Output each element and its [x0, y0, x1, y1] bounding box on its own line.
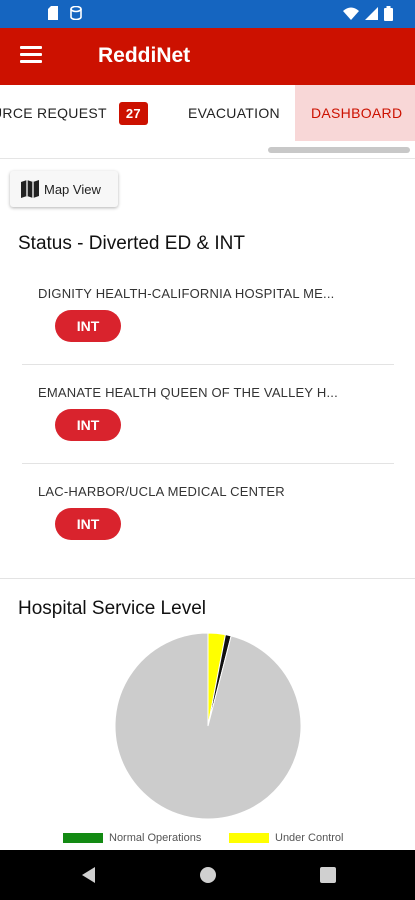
legend-label: Normal Operations: [109, 832, 202, 844]
section-title-service-level: Hospital Service Level: [18, 598, 206, 619]
hospital-name: LAC-HARBOR/UCLA MEDICAL CENTER: [38, 484, 285, 499]
tab-scroll-indicator[interactable]: [268, 147, 410, 153]
chart-legend: Normal Operations Under Control: [0, 829, 415, 847]
database-icon: [70, 6, 82, 20]
map-view-label: Map View: [44, 181, 101, 197]
system-status-bar: [0, 0, 415, 28]
tab-bar: URCE REQUEST 27 EVACUATION DASHBOARD: [0, 85, 415, 141]
legend-item: Under Control: [229, 832, 343, 844]
map-icon: [21, 180, 39, 198]
divider: [22, 364, 394, 365]
legend-item: Normal Operations: [63, 832, 201, 844]
tab-label: URCE REQUEST: [0, 105, 107, 121]
section-title-diverted: Status - Diverted ED & INT: [18, 233, 246, 254]
section-divider: [0, 578, 415, 579]
list-item[interactable]: DIGNITY HEALTH-CALIFORNIA HOSPITAL ME...…: [22, 286, 394, 384]
divider: [22, 463, 394, 464]
hamburger-menu-icon[interactable]: [20, 46, 42, 66]
legend-swatch: [229, 833, 269, 843]
int-status-button[interactable]: INT: [55, 508, 121, 540]
wifi-icon: [343, 7, 359, 20]
list-item[interactable]: LAC-HARBOR/UCLA MEDICAL CENTER INT: [22, 484, 394, 582]
app-title: ReddiNet: [98, 44, 191, 67]
count-badge: 27: [118, 101, 148, 125]
tab-dashboard[interactable]: DASHBOARD: [295, 85, 415, 141]
signal-icon: [365, 7, 378, 20]
pie-slice: [114, 632, 302, 820]
hospital-name: DIGNITY HEALTH-CALIFORNIA HOSPITAL ME...: [38, 286, 335, 301]
tab-label: DASHBOARD: [311, 105, 403, 121]
legend-swatch: [63, 833, 103, 843]
int-status-button[interactable]: INT: [55, 310, 121, 342]
divider: [0, 158, 415, 159]
legend-label: Under Control: [275, 832, 344, 844]
app-bar: ReddiNet: [0, 28, 415, 85]
hospital-name: EMANATE HEALTH QUEEN OF THE VALLEY H...: [38, 385, 338, 400]
system-navigation-bar: [0, 850, 415, 900]
home-icon[interactable]: [199, 865, 217, 885]
list-item[interactable]: EMANATE HEALTH QUEEN OF THE VALLEY H... …: [22, 385, 394, 483]
service-level-chart: [0, 625, 415, 850]
battery-icon: [384, 6, 393, 21]
tab-evacuation[interactable]: EVACUATION: [188, 85, 280, 141]
pie-chart: [114, 632, 302, 820]
tab-label: EVACUATION: [188, 105, 280, 121]
int-status-button[interactable]: INT: [55, 409, 121, 441]
map-view-button[interactable]: Map View: [10, 171, 118, 207]
recents-icon[interactable]: [319, 865, 337, 885]
tab-resource-request[interactable]: URCE REQUEST 27: [0, 85, 148, 141]
back-icon[interactable]: [79, 865, 97, 885]
sim-card-icon: [48, 6, 58, 20]
